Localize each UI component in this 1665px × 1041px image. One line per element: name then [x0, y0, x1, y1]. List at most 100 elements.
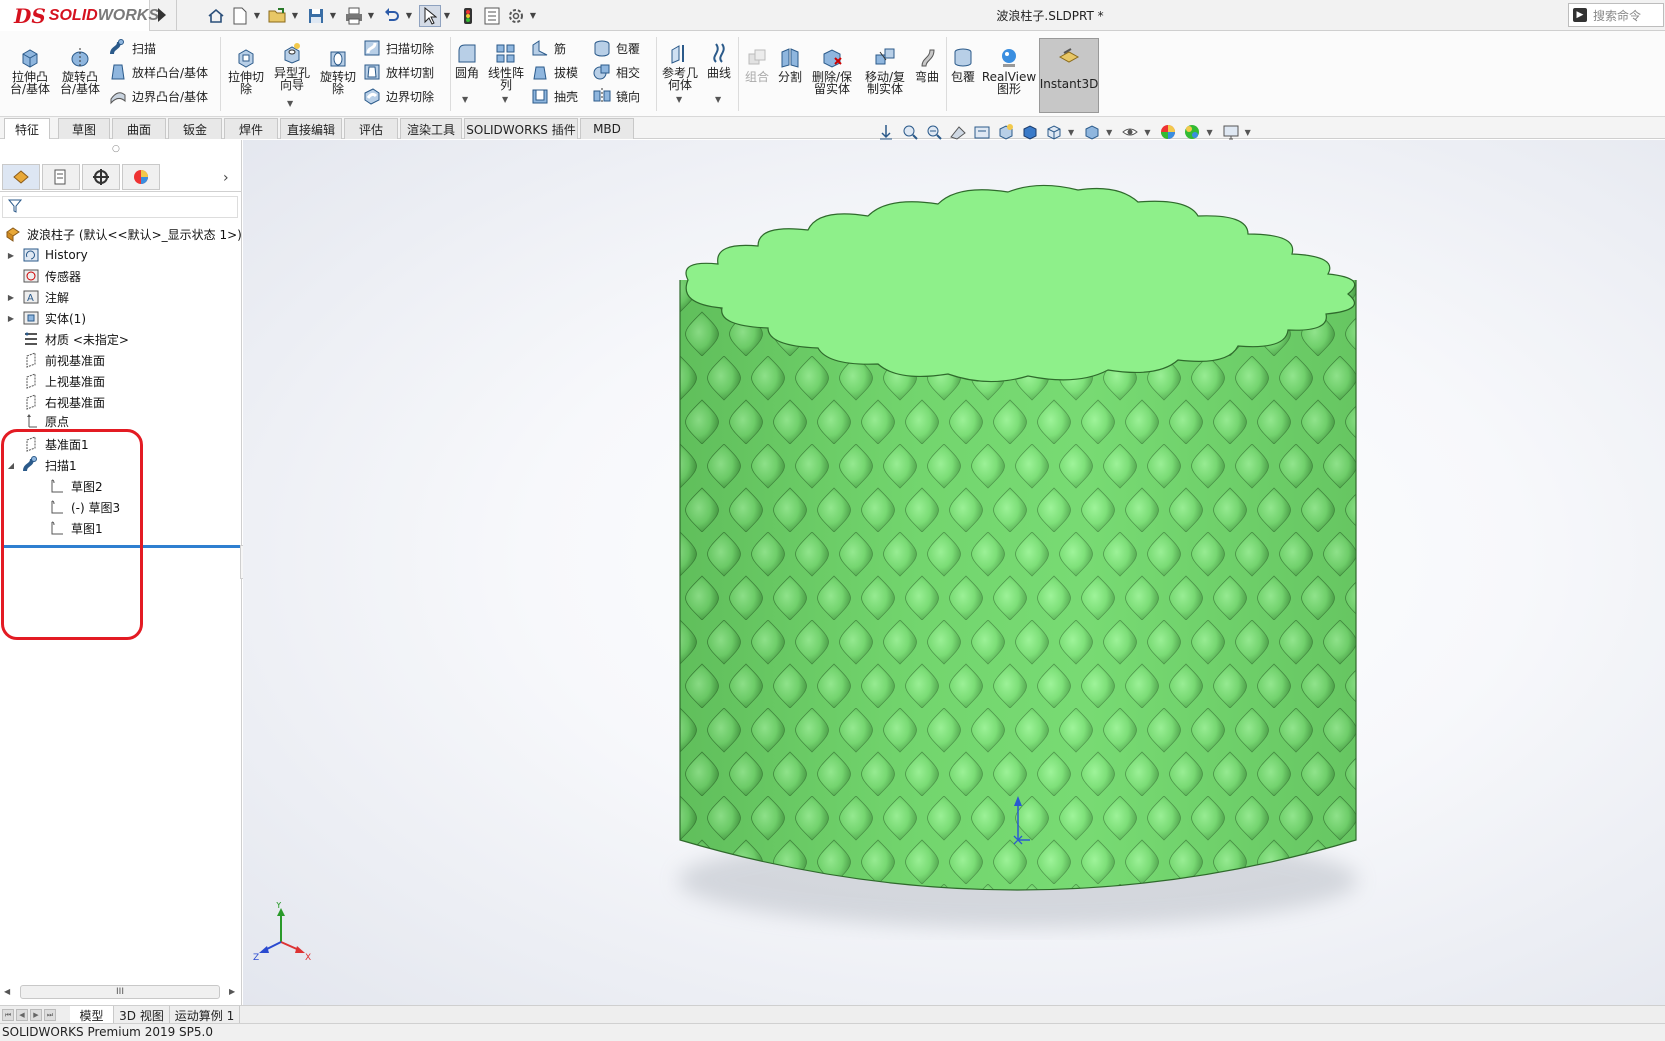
split-button[interactable]: 分割: [774, 45, 806, 83]
tree-item-right-plane[interactable]: 右视基准面: [6, 392, 105, 412]
tab-surfaces[interactable]: 曲面: [112, 118, 166, 139]
tree-item-sensors[interactable]: 传感器: [6, 266, 81, 286]
previous-view-icon[interactable]: [924, 122, 944, 142]
standard-views-dropdown-icon[interactable]: ▼: [1068, 128, 1074, 137]
file-properties-icon[interactable]: [481, 5, 503, 27]
rib-button[interactable]: 筋: [530, 37, 566, 59]
fillet-button[interactable]: 圆角: [452, 41, 482, 79]
display-manager-tab[interactable]: [122, 164, 160, 190]
tree-item-solid-bodies[interactable]: ▶ 实体(1): [6, 308, 86, 328]
search-commands-input[interactable]: ▶ 搜索命令: [1568, 3, 1664, 27]
wrap-button[interactable]: 包覆: [592, 37, 640, 59]
property-manager-tab[interactable]: [42, 164, 80, 190]
standard-views-icon[interactable]: [1044, 122, 1064, 142]
view-settings-dropdown-icon[interactable]: ▼: [1245, 128, 1251, 137]
visibility-icon[interactable]: [1120, 122, 1140, 142]
tab-features[interactable]: 特征: [4, 118, 50, 139]
tab-render-tools[interactable]: 渲染工具: [400, 118, 462, 139]
apply-scene-icon[interactable]: [1182, 122, 1202, 142]
menu-expand-arrow-icon[interactable]: [158, 8, 166, 22]
expand-arrow-icon[interactable]: ▶: [6, 314, 16, 323]
edit-appearance-icon[interactable]: [1158, 122, 1178, 142]
new-document-icon[interactable]: [229, 5, 251, 27]
undo-dropdown-icon[interactable]: ▼: [405, 5, 413, 27]
first-tab-icon[interactable]: ⏮: [2, 1009, 14, 1021]
swept-cut-button[interactable]: 扫描切除: [362, 37, 434, 59]
tab-model[interactable]: 模型: [70, 1006, 114, 1024]
tab-evaluate[interactable]: 评估: [344, 118, 398, 139]
curves-button[interactable]: 曲线: [704, 41, 734, 79]
scene-dropdown-icon[interactable]: ▼: [1206, 128, 1212, 137]
dynamic-annotation-icon[interactable]: [972, 122, 992, 142]
reference-geometry-dropdown-icon[interactable]: ▼: [676, 95, 682, 104]
feature-manager-tab[interactable]: [2, 164, 40, 190]
extrude-cut-button[interactable]: 拉伸切 除: [224, 45, 268, 95]
tab-direct-editing[interactable]: 直接编辑: [280, 118, 342, 139]
print-dropdown-icon[interactable]: ▼: [367, 5, 375, 27]
loft-boss-button[interactable]: 放样凸台/基体: [108, 61, 208, 83]
revolve-cut-button[interactable]: 旋转切 除: [316, 45, 360, 95]
graphics-area[interactable]: ▼ ▼ ▼ ▼ ▼ Y Z X: [243, 124, 1665, 1007]
print-icon[interactable]: [343, 5, 365, 27]
wave-column-model[interactable]: [658, 180, 1378, 940]
tab-motion-study[interactable]: 运动算例 1: [170, 1006, 240, 1024]
filter-icon[interactable]: [7, 198, 23, 217]
linear-pattern-button[interactable]: 线性阵 列: [486, 41, 526, 91]
tree-item-top-plane[interactable]: 上视基准面: [6, 371, 105, 391]
hide-show-items-icon[interactable]: [1082, 122, 1102, 142]
last-tab-icon[interactable]: ⏭: [44, 1009, 56, 1021]
wrap-large-button[interactable]: 包覆: [948, 45, 978, 83]
tab-3d-view[interactable]: 3D 视图: [114, 1006, 170, 1024]
tab-mbd[interactable]: MBD: [580, 118, 634, 139]
delete-keep-body-button[interactable]: 删除/保 留实体: [808, 45, 856, 95]
options-icon[interactable]: [505, 5, 527, 27]
hide-show-dropdown-icon[interactable]: ▼: [1106, 128, 1112, 137]
open-dropdown-icon[interactable]: ▼: [291, 5, 299, 27]
draft-button[interactable]: 拔模: [530, 61, 578, 83]
hole-wizard-dropdown-icon[interactable]: ▼: [287, 99, 293, 108]
intersect-button[interactable]: 相交: [592, 61, 640, 83]
view-settings-icon[interactable]: [1221, 122, 1241, 142]
tree-item-material[interactable]: 材质 <未指定>: [6, 329, 129, 349]
undo-icon[interactable]: [381, 5, 403, 27]
combine-button[interactable]: 组合: [742, 45, 772, 83]
sweep-button[interactable]: 扫描: [108, 37, 156, 59]
tree-filter-row[interactable]: [2, 196, 238, 218]
boundary-cut-button[interactable]: 边界切除: [362, 85, 434, 107]
visibility-dropdown-icon[interactable]: ▼: [1144, 128, 1150, 137]
tree-item-front-plane[interactable]: 前视基准面: [6, 350, 105, 370]
reference-geometry-button[interactable]: 参考几 何体: [660, 41, 700, 91]
zoom-to-area-icon[interactable]: [900, 122, 920, 142]
home-icon[interactable]: [205, 5, 227, 27]
hole-wizard-button[interactable]: 异型孔 向导: [270, 41, 314, 91]
extrude-boss-button[interactable]: 拉伸凸 台/基体: [8, 45, 52, 95]
solidworks-logo[interactable]: DS SOLIDWORKS: [0, 0, 159, 31]
expand-arrow-icon[interactable]: ▶: [6, 293, 16, 302]
traffic-light-icon[interactable]: [457, 5, 479, 27]
prev-tab-icon[interactable]: ◀: [16, 1009, 28, 1021]
horizontal-scrollbar[interactable]: III: [20, 985, 220, 999]
next-tab-icon[interactable]: ▶: [30, 1009, 42, 1021]
revolve-boss-button[interactable]: 旋转凸 台/基体: [58, 45, 102, 95]
zoom-to-fit-icon[interactable]: [876, 122, 896, 142]
move-copy-body-button[interactable]: 移动/复 制实体: [860, 45, 910, 95]
save-icon[interactable]: [305, 5, 327, 27]
configuration-manager-tab[interactable]: [82, 164, 120, 190]
flex-button[interactable]: 弯曲: [912, 45, 942, 83]
lofted-cut-button[interactable]: 放样切割: [362, 61, 434, 83]
instant3d-button[interactable]: Instant3D: [1039, 38, 1099, 113]
tab-solidworks-addins[interactable]: SOLIDWORKS 插件: [464, 118, 578, 139]
new-dropdown-icon[interactable]: ▼: [253, 5, 261, 27]
tree-item-origin[interactable]: 原点: [6, 412, 69, 430]
options-dropdown-icon[interactable]: ▼: [529, 5, 537, 27]
panel-grip-dot[interactable]: ○: [112, 144, 120, 154]
display-style-icon[interactable]: [1020, 122, 1040, 142]
tree-item-annotations[interactable]: ▶ A 注解: [6, 287, 69, 307]
tree-item-history[interactable]: ▶ History: [6, 245, 88, 265]
tab-weldments[interactable]: 焊件: [224, 118, 278, 139]
section-view-icon[interactable]: [948, 122, 968, 142]
pattern-dropdown-icon[interactable]: ▼: [502, 95, 508, 104]
panel-expand-arrow-icon[interactable]: ›: [223, 170, 229, 186]
scroll-right-icon[interactable]: ▶: [229, 987, 235, 996]
select-dropdown-icon[interactable]: ▼: [443, 5, 451, 27]
